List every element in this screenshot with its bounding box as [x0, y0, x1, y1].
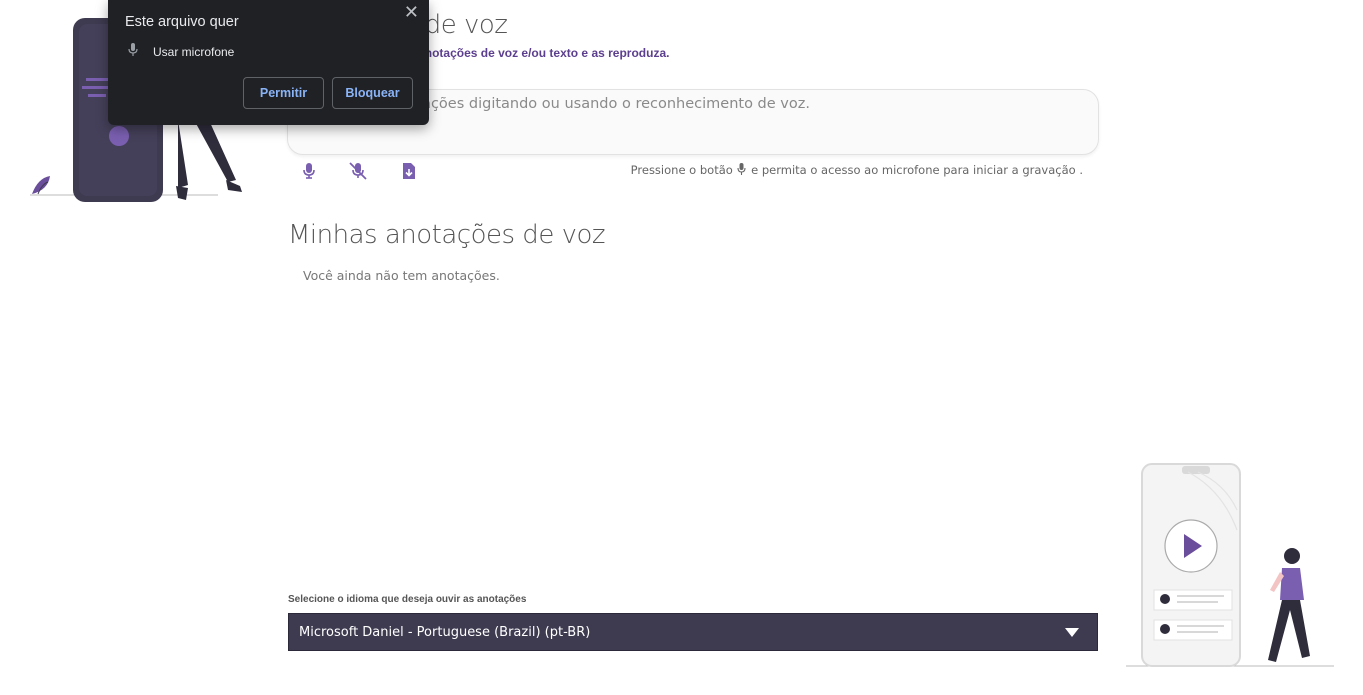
notes-section-title: Minhas anotações de voz: [288, 220, 606, 250]
close-icon[interactable]: ✕: [404, 2, 419, 23]
permission-item-label: Usar microfone: [153, 44, 235, 59]
block-button[interactable]: Bloquear: [332, 77, 413, 109]
microphone-icon[interactable]: [298, 160, 320, 182]
phone-player-illustration: [1122, 460, 1337, 675]
notes-empty-message: Você ainda não tem anotações.: [303, 268, 500, 283]
microphone-icon: [128, 43, 138, 60]
microphone-off-icon[interactable]: [347, 160, 369, 182]
hint-text-before: Pressione o botão: [630, 163, 733, 177]
inline-microphone-icon: [737, 163, 747, 178]
language-label: Selecione o idioma que deseja ouvir as a…: [288, 594, 527, 605]
allow-button[interactable]: Permitir: [243, 77, 324, 109]
save-download-icon[interactable]: [398, 160, 420, 182]
chevron-down-icon: [1065, 628, 1079, 637]
recording-hint: Pressione o botão e permita o acesso ao …: [631, 163, 1083, 178]
permission-popup: Este arquivo quer ✕ Usar microfone Permi…: [108, 0, 429, 125]
permission-item: Usar microfone: [128, 43, 234, 60]
hint-text-after: e permita o acesso ao microfone para ini…: [751, 163, 1083, 177]
permission-title: Este arquivo quer: [125, 14, 239, 30]
language-select[interactable]: Microsoft Daniel - Portuguese (Brazil) (…: [288, 613, 1098, 651]
language-selected-value: Microsoft Daniel - Portuguese (Brazil) (…: [299, 624, 591, 640]
